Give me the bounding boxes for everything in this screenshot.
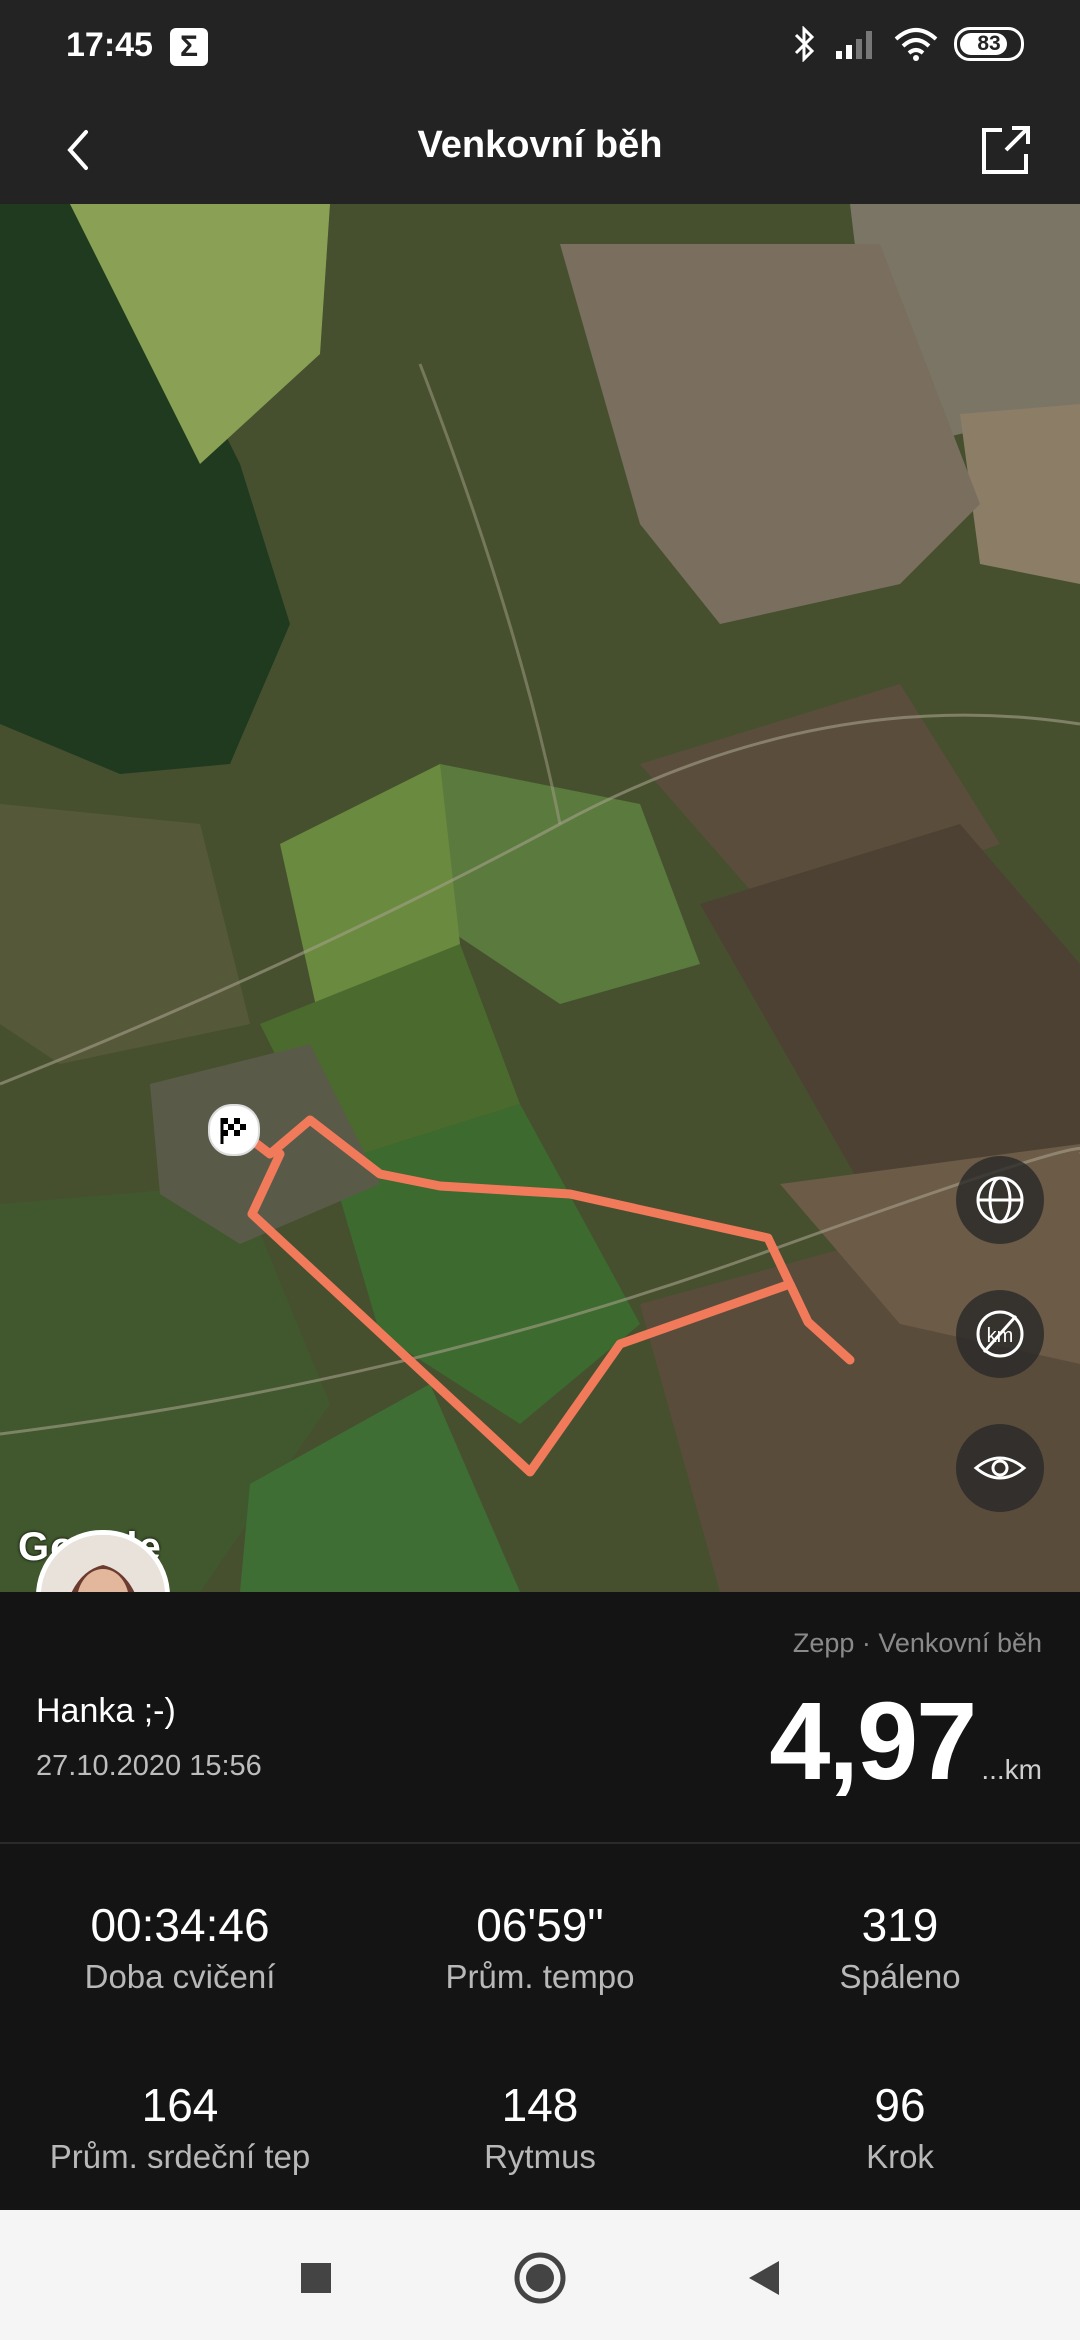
user-name: Hanka ;-) — [36, 1692, 176, 1730]
stats-grid: 00:34:46 Doba cvičení 06'59" Prům. tempo… — [0, 1844, 1080, 2210]
finish-flag-icon — [208, 1104, 260, 1156]
workout-summary: Hanka ;-) 27.10.2020 15:56 Zepp · Venkov… — [0, 1592, 1080, 1842]
globe-button[interactable] — [956, 1156, 1044, 1244]
satellite-imagery — [0, 204, 1080, 1592]
workout-date: 27.10.2020 15:56 — [36, 1750, 262, 1782]
header: Venkovní běh — [0, 96, 1080, 204]
stat-label: Doba cvičení — [84, 1958, 276, 1995]
distance-value: 4,97 — [769, 1680, 977, 1803]
stat-label: Krok — [866, 2138, 934, 2175]
stat-value: 319 — [861, 1899, 939, 1951]
stat-label: Spáleno — [839, 1958, 961, 1995]
status-time: 17:45 — [66, 26, 153, 64]
system-navigation-bar — [0, 2210, 1080, 2340]
battery-icon: 83 — [954, 27, 1024, 61]
distance-markers-off-icon: km — [976, 1310, 1024, 1358]
sigma-notification-icon: Σ — [170, 28, 208, 66]
battery-level: 83 — [977, 32, 1001, 55]
status-icons: 83 — [792, 26, 1024, 62]
home-button[interactable] — [512, 2250, 568, 2306]
wifi-icon — [894, 28, 938, 61]
stat-pace: 06'59" Prům. tempo — [360, 1898, 720, 1996]
home-circle-icon — [514, 2252, 566, 2304]
eye-icon — [973, 1456, 1027, 1480]
stat-value: 00:34:46 — [90, 1899, 270, 1951]
status-bar: 17:45 Σ 83 — [0, 0, 1080, 96]
workout-source: Zepp · Venkovní běh — [792, 1628, 1042, 1658]
stat-label: Rytmus — [484, 2138, 596, 2175]
back-button[interactable] — [736, 2250, 792, 2306]
recents-button[interactable] — [288, 2250, 344, 2306]
stat-duration: 00:34:46 Doba cvičení — [0, 1898, 360, 1996]
share-icon[interactable] — [972, 116, 1040, 184]
bluetooth-icon — [794, 26, 815, 62]
signal-icon — [836, 31, 872, 59]
distance-markers-button[interactable]: km — [956, 1290, 1044, 1378]
stat-label: Prům. srdeční tep — [49, 2138, 311, 2175]
globe-icon — [976, 1176, 1024, 1224]
view-toggle-button[interactable] — [956, 1424, 1044, 1512]
stat-value: 164 — [141, 2079, 219, 2131]
stat-value: 148 — [501, 2079, 579, 2131]
stat-label: Prům. tempo — [445, 1958, 635, 1995]
stat-cadence: 148 Rytmus — [360, 2078, 720, 2176]
stat-stride: 96 Krok — [720, 2078, 1080, 2176]
distance: 4,97 ...km — [769, 1678, 1042, 1805]
stat-heart-rate: 164 Prům. srdeční tep — [0, 2078, 360, 2176]
route-map[interactable]: km Google — [0, 204, 1080, 1592]
stat-value: 06'59" — [476, 1899, 604, 1951]
recents-square-icon — [301, 2263, 331, 2293]
back-triangle-icon — [749, 2261, 779, 2295]
stat-value: 96 — [874, 2079, 926, 2131]
distance-unit: ...km — [981, 1754, 1042, 1785]
stat-calories: 319 Spáleno — [720, 1898, 1080, 1996]
page-title: Venkovní běh — [417, 124, 663, 166]
